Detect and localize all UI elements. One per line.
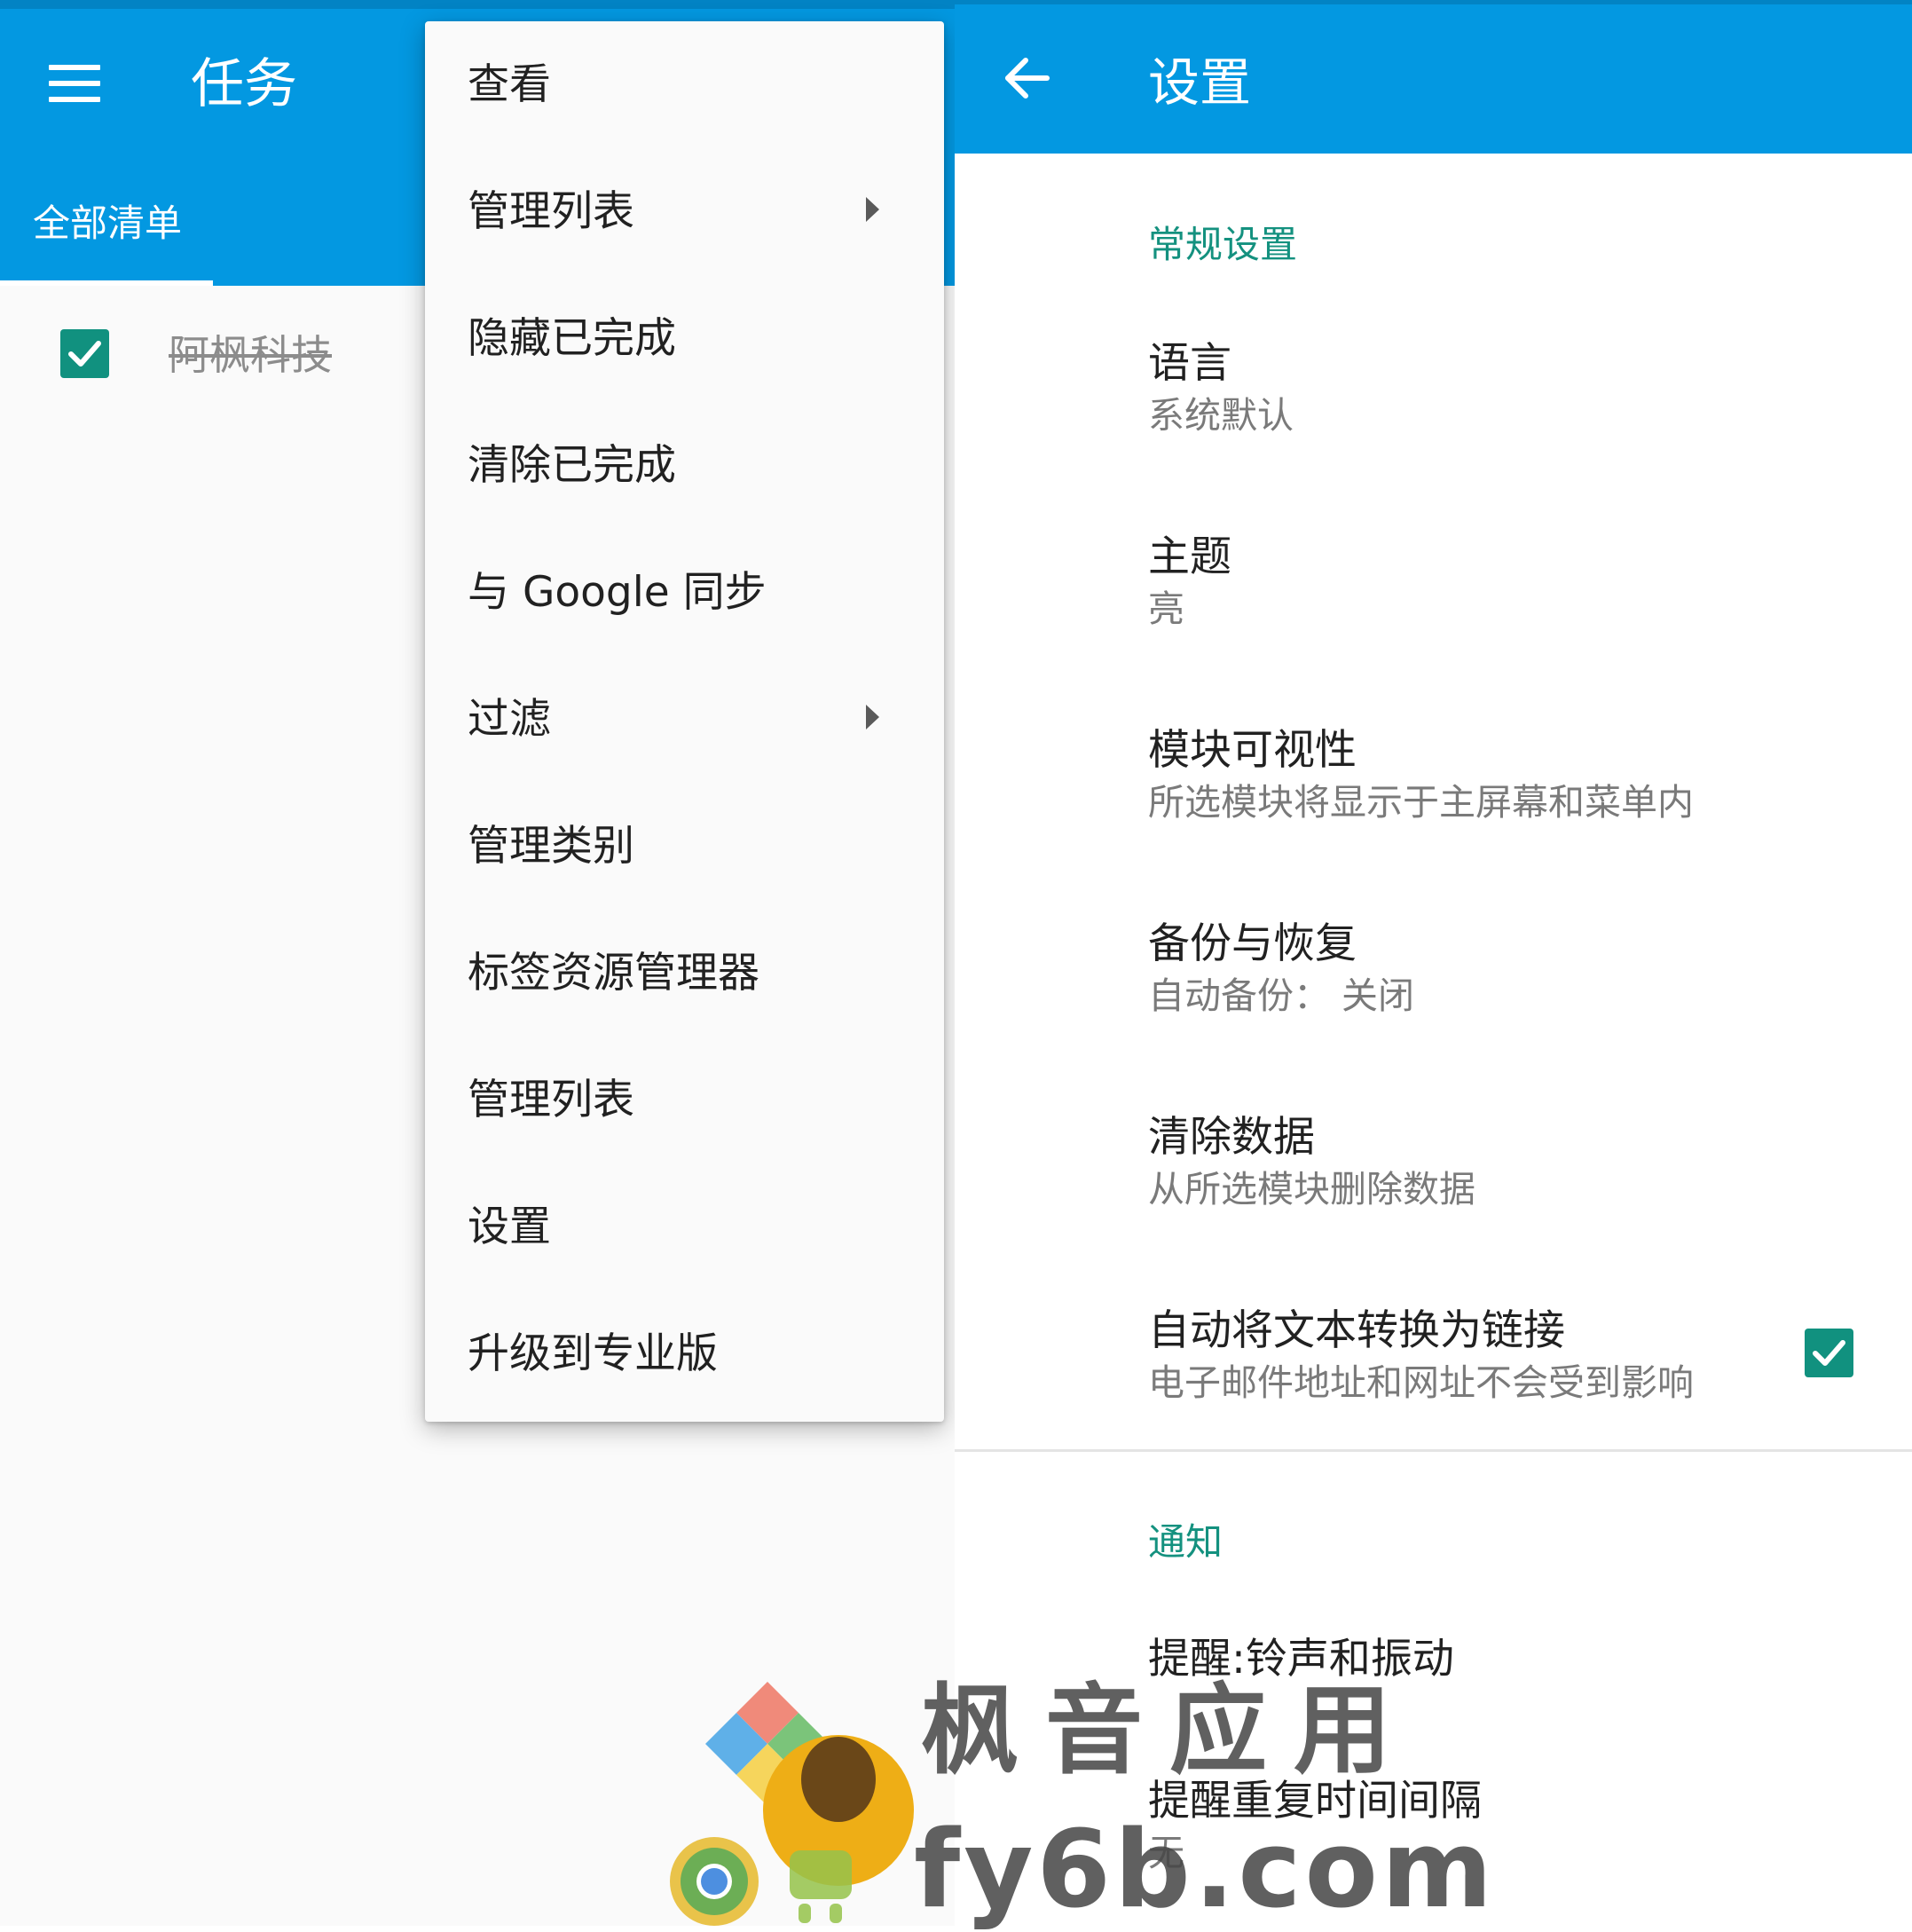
tab-all-lists-label: 全部清单 <box>33 201 183 245</box>
pref-summary: 所选模块将显示于主屏幕和菜单内 <box>1148 781 1694 824</box>
menu-item-label: 查看 <box>468 60 551 109</box>
hamburger-menu-icon[interactable] <box>49 65 100 102</box>
pref-summary: 亮 <box>1148 587 1184 630</box>
pref-title: 主题 <box>1148 532 1231 581</box>
settings-app-bar: 设置 <box>955 0 1912 154</box>
menu-item-manage-lists-2[interactable]: 管理列表 <box>425 1037 944 1163</box>
pref-title: 语言 <box>1148 339 1231 388</box>
menu-item-tag-manager[interactable]: 标签资源管理器 <box>425 910 944 1037</box>
watermark-url: fy6b.com <box>914 1809 1497 1932</box>
pref-summary: 自动备份： 关闭 <box>1148 974 1415 1017</box>
menu-item-label: 管理列表 <box>468 1076 634 1124</box>
watermark-logo <box>670 1682 914 1926</box>
menu-item-hide-completed[interactable]: 隐藏已完成 <box>425 275 944 402</box>
tab-indicator <box>0 280 213 286</box>
tasks-screen: 任务 全部清单 阿枫科技 查看 管理列表 隐藏已完成 清除已完成 与 Googl… <box>0 0 955 1926</box>
pref-summary: 系统默认 <box>1148 394 1294 437</box>
menu-item-manage-categories[interactable]: 管理类别 <box>425 783 944 910</box>
menu-item-filter[interactable]: 过滤 <box>425 656 944 783</box>
menu-item-label: 管理类别 <box>468 822 634 871</box>
section-divider <box>955 1449 1912 1452</box>
task-checkbox[interactable] <box>60 329 109 378</box>
section-header-general: 常规设置 <box>1148 223 1298 266</box>
pref-theme[interactable]: 主题 亮 <box>955 531 1912 717</box>
pref-language[interactable]: 语言 系统默认 <box>955 337 1912 524</box>
arrow-back-icon <box>1005 58 1050 99</box>
menu-item-label: 清除已完成 <box>468 441 676 490</box>
task-item-label[interactable]: 阿枫科技 <box>169 328 332 382</box>
menu-item-view[interactable]: 查看 <box>425 21 944 148</box>
pref-summary: 电子邮件地址和网址不会受到影响 <box>1148 1361 1694 1404</box>
pref-clear-data[interactable]: 清除数据 从所选模块删除数据 <box>955 1111 1912 1297</box>
pref-module-visibility[interactable]: 模块可视性 所选模块将显示于主屏幕和菜单内 <box>955 724 1912 911</box>
menu-item-upgrade-pro[interactable]: 升级到专业版 <box>425 1290 944 1417</box>
submenu-arrow-icon <box>866 197 879 222</box>
back-button[interactable] <box>1003 53 1052 103</box>
check-icon <box>68 341 101 367</box>
menu-item-label: 管理列表 <box>468 187 634 236</box>
menu-item-label: 升级到专业版 <box>468 1329 718 1378</box>
menu-item-label: 标签资源管理器 <box>468 949 759 998</box>
settings-screen: 设置 常规设置 语言 系统默认 主题 亮 模块可视性 所选模块将显示于主屏幕和菜… <box>955 0 1912 1926</box>
menu-item-settings[interactable]: 设置 <box>425 1163 944 1290</box>
section-header-notifications: 通知 <box>1148 1520 1224 1564</box>
pref-title: 自动将文本转换为链接 <box>1148 1306 1565 1355</box>
menu-item-google-sync[interactable]: 与 Google 同步 <box>425 529 944 656</box>
overflow-menu: 查看 管理列表 隐藏已完成 清除已完成 与 Google 同步 过滤 管理类别 … <box>425 21 944 1422</box>
auto-link-checkbox[interactable] <box>1805 1329 1853 1377</box>
menu-item-label: 过滤 <box>468 695 551 744</box>
pref-title: 备份与恢复 <box>1148 919 1357 968</box>
menu-item-manage-lists[interactable]: 管理列表 <box>425 148 944 275</box>
menu-item-label: 与 Google 同步 <box>468 568 767 617</box>
menu-item-clear-completed[interactable]: 清除已完成 <box>425 402 944 529</box>
status-bar-strip <box>955 0 1912 4</box>
tasks-title: 任务 <box>191 53 297 115</box>
pref-summary: 从所选模块删除数据 <box>1148 1168 1475 1210</box>
menu-item-label: 设置 <box>468 1203 551 1251</box>
status-bar-strip <box>0 0 955 9</box>
submenu-arrow-icon <box>866 705 879 729</box>
pref-backup-restore[interactable]: 备份与恢复 自动备份： 关闭 <box>955 918 1912 1104</box>
settings-title: 设置 <box>1148 52 1252 113</box>
pref-auto-link[interactable]: 自动将文本转换为链接 电子邮件地址和网址不会受到影响 <box>955 1305 1912 1491</box>
watermark-title: 枫音应用 <box>921 1674 1418 1787</box>
menu-item-label: 隐藏已完成 <box>468 314 676 363</box>
check-icon <box>1813 1340 1845 1366</box>
pref-title: 模块可视性 <box>1148 726 1357 775</box>
pref-title: 清除数据 <box>1148 1113 1315 1162</box>
